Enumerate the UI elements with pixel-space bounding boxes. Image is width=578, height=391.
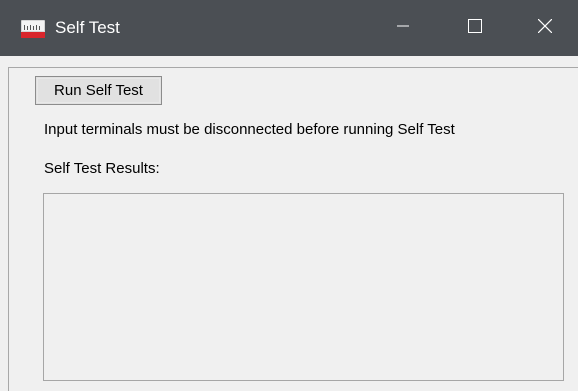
self-test-window: Self Test Run Self Test Input terminals …	[0, 0, 578, 391]
window-title: Self Test	[55, 18, 120, 37]
close-button[interactable]	[510, 0, 578, 56]
results-label: Self Test Results:	[44, 160, 160, 177]
meter-icon	[21, 20, 45, 38]
minimize-button[interactable]	[368, 0, 438, 56]
close-icon	[537, 18, 553, 38]
title-bar[interactable]: Self Test	[0, 0, 578, 56]
minimize-icon	[397, 19, 409, 37]
run-self-test-button[interactable]: Run Self Test	[35, 76, 162, 105]
instruction-text: Input terminals must be disconnected bef…	[44, 121, 455, 138]
maximize-icon	[468, 18, 482, 38]
maximize-button[interactable]	[440, 0, 510, 56]
self-test-results-box[interactable]	[43, 193, 564, 381]
